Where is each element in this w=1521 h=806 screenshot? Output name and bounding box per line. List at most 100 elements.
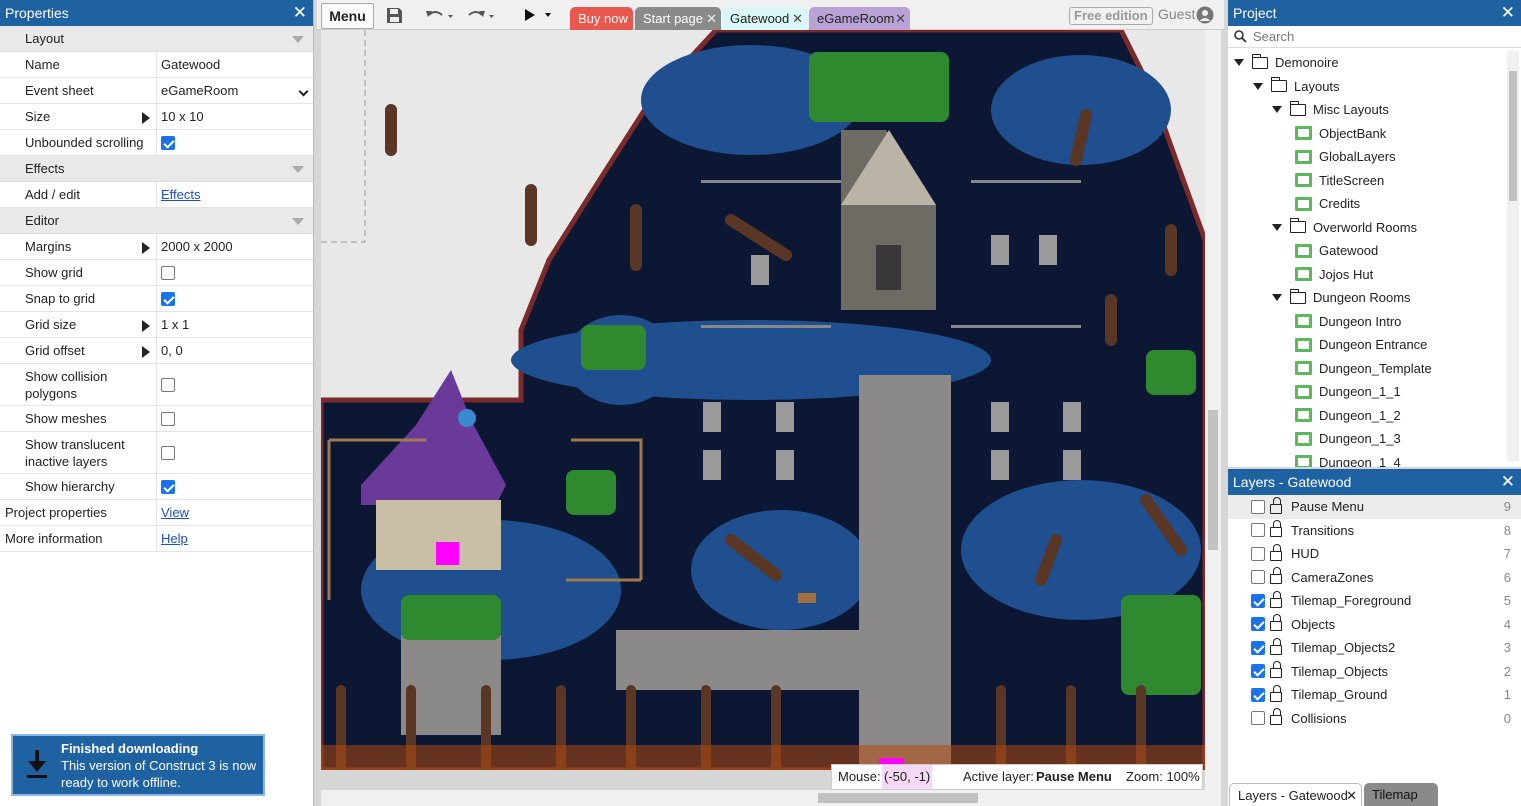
chevron-down-icon[interactable] [1234, 59, 1244, 67]
lock-icon[interactable] [1270, 520, 1282, 538]
lock-icon[interactable] [1270, 708, 1282, 726]
undo-icon[interactable] [425, 7, 453, 24]
name-field[interactable]: Gatewood [157, 52, 313, 77]
guest-label[interactable]: Guest [1158, 6, 1195, 22]
tree-layout-item[interactable]: Dungeon Intro [1228, 310, 1521, 334]
expand-icon[interactable] [142, 112, 150, 124]
lock-icon[interactable] [1270, 590, 1282, 608]
layer-row[interactable]: HUD 7 [1228, 542, 1521, 566]
show-collision-checkbox[interactable] [161, 377, 175, 392]
collapse-icon[interactable] [292, 218, 304, 225]
close-icon[interactable]: ✕ [1501, 0, 1515, 26]
scroll-thumb[interactable] [1509, 71, 1517, 201]
menu-button[interactable]: Menu [321, 3, 374, 29]
tab-buy-now[interactable]: Buy now [570, 7, 633, 30]
prop-label[interactable]: Grid size [0, 312, 157, 337]
close-tab-icon[interactable]: ✕ [706, 7, 717, 30]
lock-icon[interactable] [1270, 567, 1282, 585]
effects-link[interactable]: Effects [161, 187, 201, 202]
layer-visibility-checkbox[interactable] [1251, 711, 1265, 726]
grid-size-field[interactable]: 1 x 1 [157, 312, 313, 337]
lock-icon[interactable] [1270, 614, 1282, 632]
spawn-marker[interactable] [436, 542, 459, 565]
snap-to-grid-checkbox[interactable] [161, 291, 175, 306]
layer-visibility-checkbox[interactable] [1251, 570, 1265, 585]
size-field[interactable]: 10 x 10 [157, 104, 313, 129]
expand-icon[interactable] [142, 242, 150, 254]
lock-icon[interactable] [1270, 684, 1282, 702]
tree-layout-item[interactable]: GlobalLayers [1228, 145, 1521, 169]
tree-layout-item[interactable]: Dungeon_1_1 [1228, 380, 1521, 404]
lock-icon[interactable] [1270, 543, 1282, 561]
prop-label[interactable]: Size [0, 104, 157, 129]
tree-folder[interactable]: Demonoire [1228, 51, 1521, 75]
lock-icon[interactable] [1270, 496, 1282, 514]
tree-layout-item[interactable]: Dungeon_Template [1228, 357, 1521, 381]
view-link[interactable]: View [161, 505, 189, 520]
tab-tilemap[interactable]: Tilemap [1364, 783, 1438, 806]
layer-visibility-checkbox[interactable] [1251, 499, 1265, 514]
layer-row[interactable]: Objects 4 [1228, 613, 1521, 637]
layer-row[interactable]: Pause Menu 9 [1228, 495, 1521, 519]
close-tab-icon[interactable]: ✕ [895, 7, 906, 30]
tree-scrollbar[interactable] [1507, 51, 1519, 461]
layer-visibility-checkbox[interactable] [1251, 664, 1265, 679]
close-icon[interactable]: ✕ [293, 0, 307, 26]
section-effects[interactable]: Effects [0, 156, 313, 182]
tab-layers-gatewood[interactable]: Layers - Gatewood ✕ [1229, 783, 1362, 806]
expand-icon[interactable] [142, 320, 150, 332]
show-hierarchy-checkbox[interactable] [161, 479, 175, 494]
close-tab-icon[interactable]: ✕ [1346, 784, 1357, 806]
tree-folder[interactable]: Misc Layouts [1228, 98, 1521, 122]
help-link[interactable]: Help [161, 531, 188, 546]
show-meshes-checkbox[interactable] [161, 411, 175, 426]
section-editor[interactable]: Editor [0, 208, 313, 234]
layer-visibility-checkbox[interactable] [1251, 593, 1265, 608]
layer-row[interactable]: CameraZones 6 [1228, 566, 1521, 590]
show-translucent-checkbox[interactable] [161, 445, 175, 460]
margins-field[interactable]: 2000 x 2000 [157, 234, 313, 259]
tree-layout-item[interactable]: Dungeon Entrance [1228, 333, 1521, 357]
chevron-down-icon[interactable] [1272, 106, 1282, 114]
layer-visibility-checkbox[interactable] [1251, 640, 1265, 655]
layer-row[interactable]: Tilemap_Objects2 3 [1228, 636, 1521, 660]
chevron-down-icon[interactable] [1272, 294, 1282, 302]
tab-gatewood[interactable]: Gatewood ✕ [722, 7, 807, 30]
layer-row[interactable]: Tilemap_Foreground 5 [1228, 589, 1521, 613]
project-search[interactable]: Search [1228, 26, 1521, 48]
layer-visibility-checkbox[interactable] [1251, 617, 1265, 632]
layer-row[interactable]: Collisions 0 [1228, 707, 1521, 731]
unbounded-scrolling-checkbox[interactable] [161, 135, 175, 150]
tree-folder[interactable]: Layouts [1228, 75, 1521, 99]
canvas-vertical-scrollbar[interactable] [1205, 30, 1221, 790]
tree-layout-item[interactable]: Dungeon_1_3 [1228, 427, 1521, 451]
close-tab-icon[interactable]: ✕ [792, 7, 803, 30]
layer-row[interactable]: Transitions 8 [1228, 519, 1521, 543]
tree-folder[interactable]: Overworld Rooms [1228, 216, 1521, 240]
collapse-icon[interactable] [292, 36, 304, 43]
download-toast[interactable]: Finished downloading This version of Con… [11, 734, 265, 796]
prop-label[interactable]: Margins [0, 234, 157, 259]
tab-egameroom[interactable]: eGameRoom ✕ [809, 7, 910, 30]
layer-row[interactable]: Tilemap_Objects 2 [1228, 660, 1521, 684]
tree-folder[interactable]: Dungeon Rooms [1228, 286, 1521, 310]
free-edition-badge[interactable]: Free edition [1069, 7, 1153, 25]
layer-visibility-checkbox[interactable] [1251, 687, 1265, 702]
show-grid-checkbox[interactable] [161, 265, 175, 280]
user-avatar-icon[interactable] [1196, 6, 1214, 24]
tree-layout-item[interactable]: Gatewood [1228, 239, 1521, 263]
grid-offset-field[interactable]: 0, 0 [157, 338, 313, 363]
tree-layout-item[interactable]: TitleScreen [1228, 169, 1521, 193]
collapse-icon[interactable] [292, 166, 304, 173]
chevron-down-icon[interactable] [1253, 82, 1263, 90]
redo-icon[interactable] [467, 7, 495, 24]
chevron-down-icon[interactable] [1272, 223, 1282, 231]
event-sheet-select[interactable]: eGameRoom [157, 78, 313, 103]
close-icon[interactable]: ✕ [1501, 469, 1515, 495]
canvas-horizontal-scrollbar[interactable] [321, 790, 1221, 806]
tree-layout-item[interactable]: Jojos Hut [1228, 263, 1521, 287]
tab-start-page[interactable]: Start page ✕ [635, 7, 721, 30]
expand-icon[interactable] [142, 346, 150, 358]
layout-canvas[interactable] [321, 30, 1205, 770]
layer-visibility-checkbox[interactable] [1251, 523, 1265, 538]
